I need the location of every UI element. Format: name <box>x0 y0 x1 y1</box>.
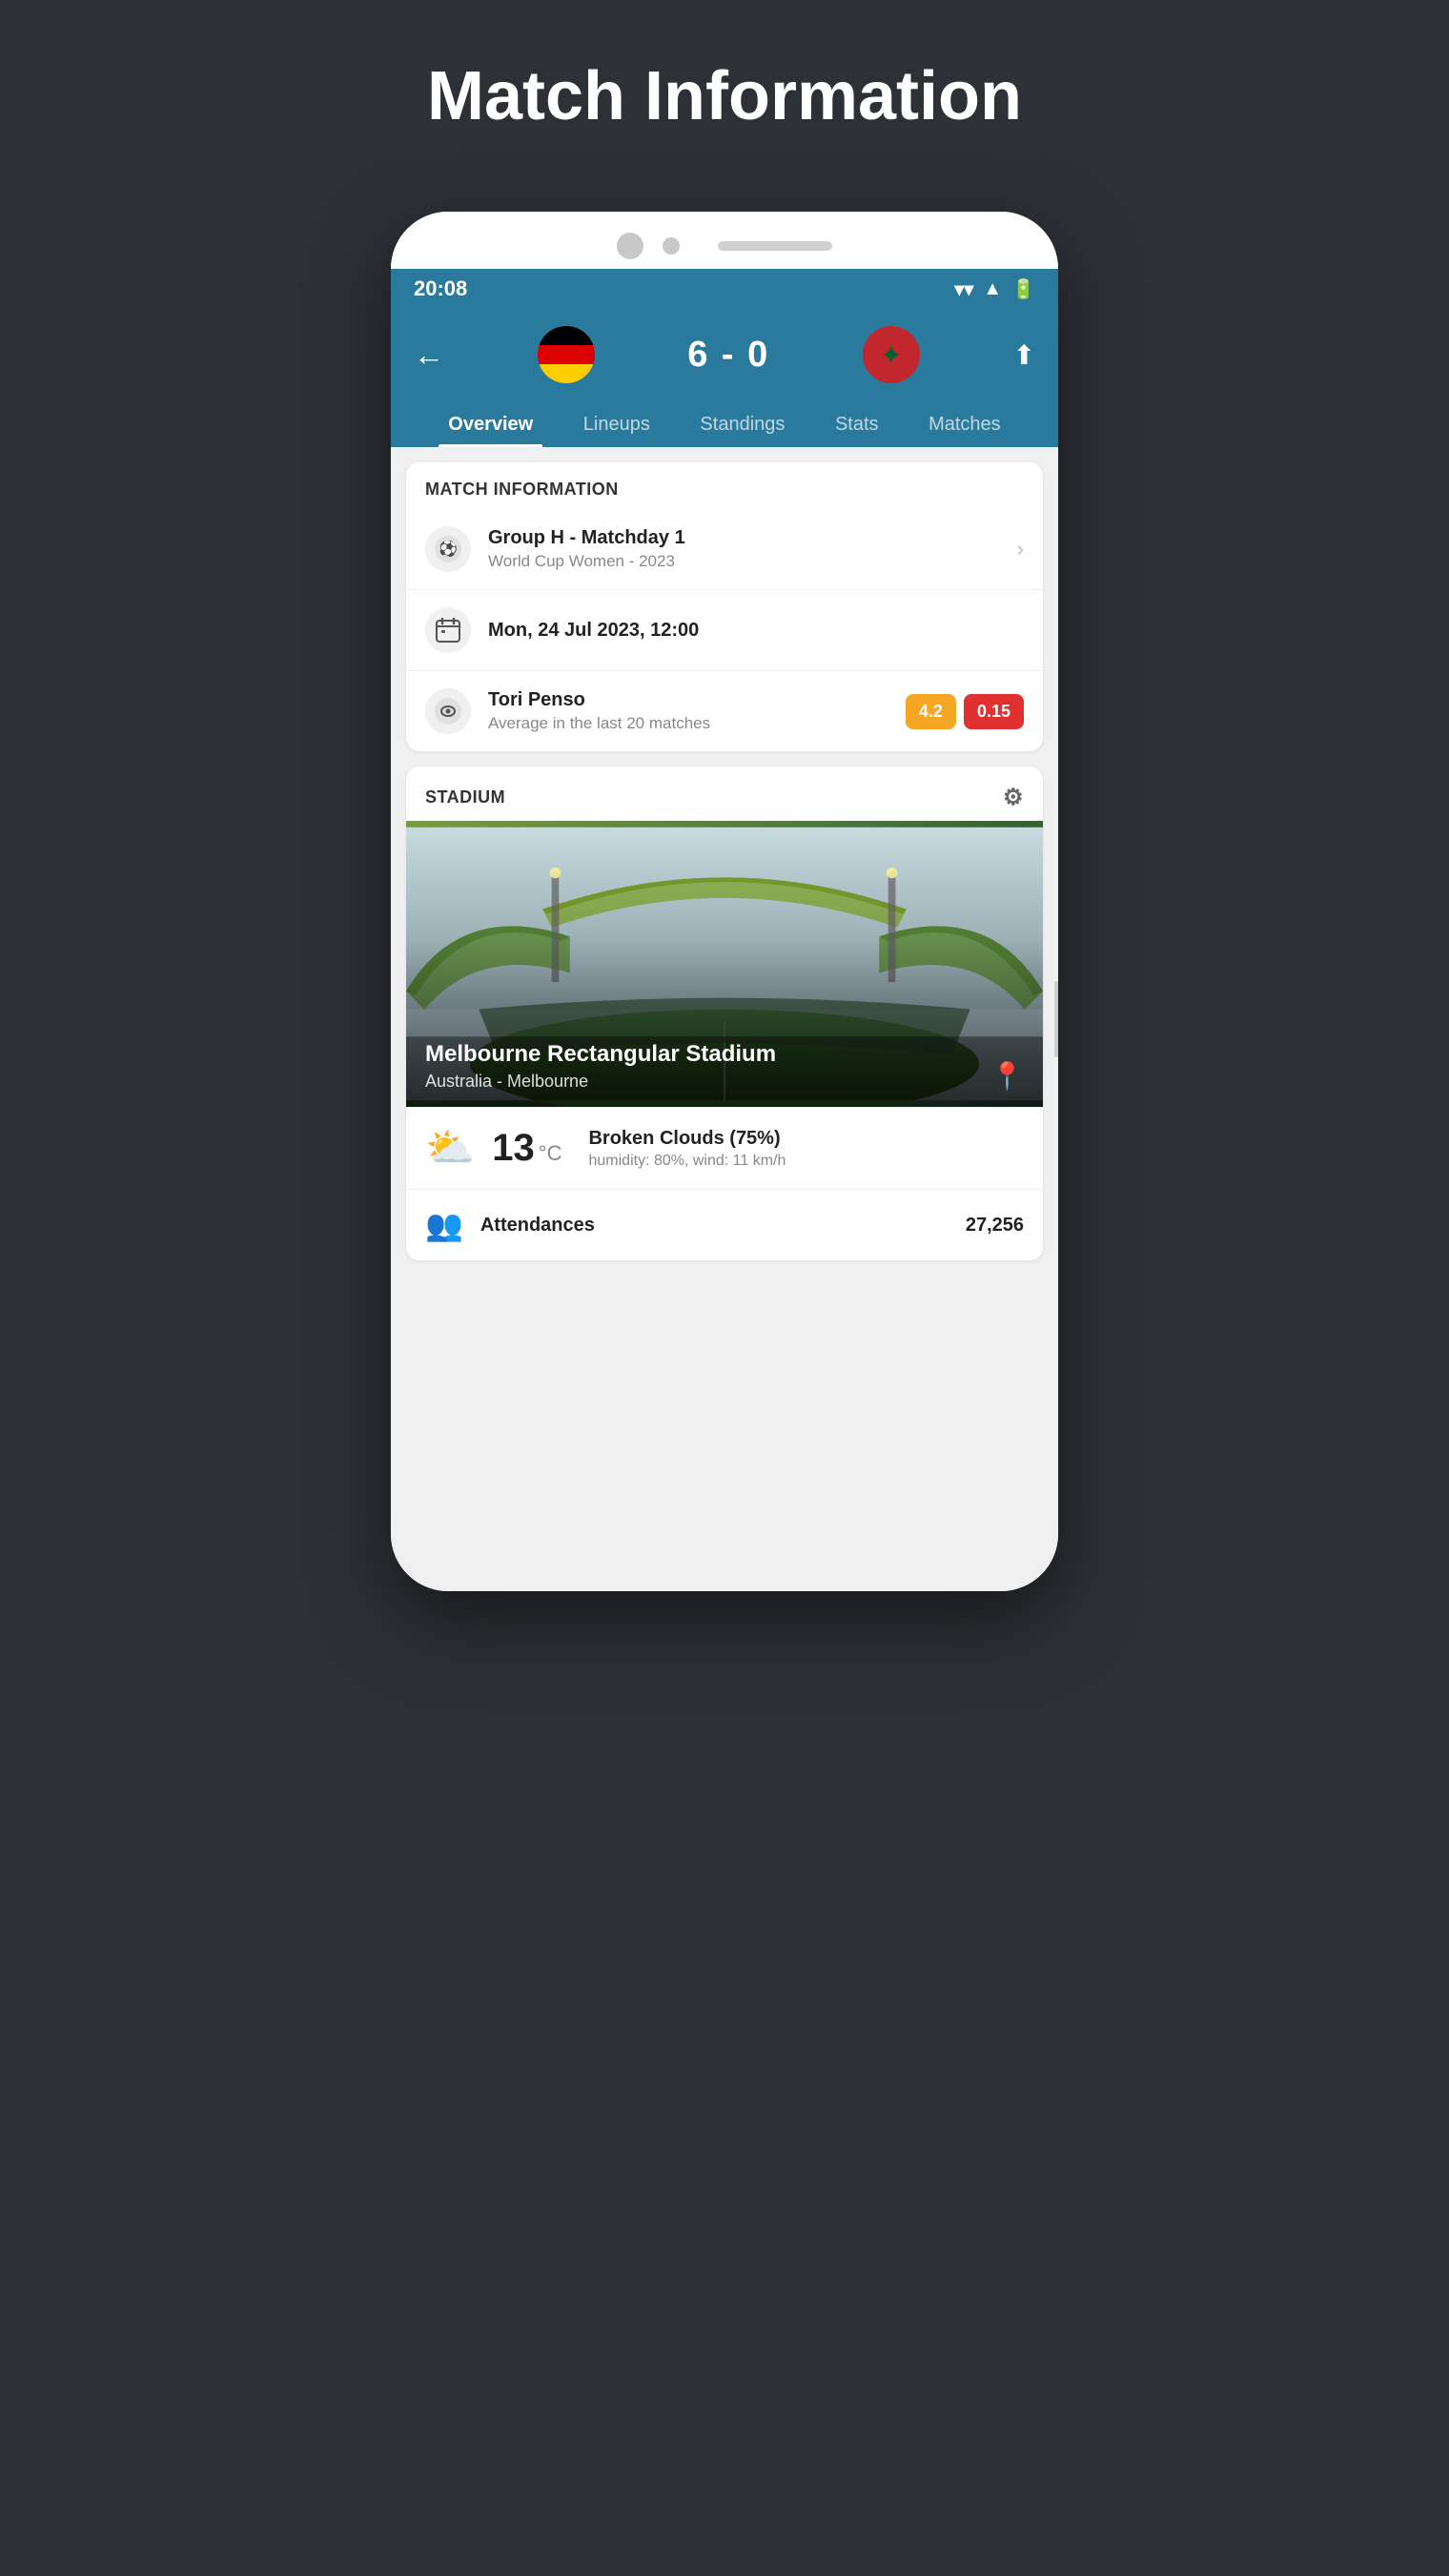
competition-row[interactable]: ⚽ Group H - Matchday 1 World Cup Women -… <box>406 509 1043 589</box>
stadium-location: Australia - Melbourne <box>425 1072 776 1092</box>
tab-overview[interactable]: Overview <box>439 400 542 447</box>
tab-matches[interactable]: Matches <box>919 400 1010 447</box>
stadium-name: Melbourne Rectangular Stadium <box>425 1041 776 1068</box>
referee-name: Tori Penso <box>488 689 888 711</box>
stadium-card: STADIUM ⚙ <box>406 767 1043 1260</box>
status-icons: ▾▾ ▲ 🔋 <box>954 277 1035 301</box>
date-text: Mon, 24 Jul 2023, 12:00 <box>488 620 1024 642</box>
tab-standings[interactable]: Standings <box>690 400 794 447</box>
share-button[interactable]: ⬆ <box>1012 339 1034 371</box>
badge-yellow-cards: 4.2 <box>906 694 956 729</box>
stadium-title: STADIUM <box>425 787 505 808</box>
temperature-value: 13 <box>492 1127 535 1170</box>
attendance-value: 27,256 <box>966 1215 1024 1237</box>
temperature-display: 13 °C <box>492 1127 561 1170</box>
weather-condition: Broken Clouds (75%) <box>588 1128 1024 1150</box>
match-info-card: MATCH INFORMATION ⚽ Group H - Matchday 1… <box>406 462 1043 751</box>
date-icon <box>425 607 471 653</box>
flag-germany <box>538 326 595 383</box>
page-title: Match Information <box>427 57 1022 135</box>
back-button[interactable]: ← <box>414 337 444 373</box>
eye-icon <box>433 696 463 726</box>
svg-text:⚽: ⚽ <box>438 540 458 558</box>
gear-icon[interactable]: ⚙ <box>1003 784 1024 811</box>
chevron-right-icon: › <box>1017 537 1024 562</box>
stadium-info-overlay: Melbourne Rectangular Stadium Australia … <box>406 1026 1043 1107</box>
competition-icon: ⚽ <box>425 526 471 572</box>
weather-row: ⛅ 13 °C Broken Clouds (75%) humidity: 80… <box>406 1107 1043 1189</box>
battery-icon: 🔋 <box>1011 277 1035 301</box>
tab-lineups[interactable]: Lineups <box>574 400 660 447</box>
weather-detail: humidity: 80%, wind: 11 km/h <box>588 1153 1024 1170</box>
competition-title: Group H - Matchday 1 <box>488 527 1000 549</box>
stadium-name-group: Melbourne Rectangular Stadium Australia … <box>425 1041 776 1092</box>
match-header: ← 6 - 0 ✦ ⬆ Overview Lineups Standings <box>391 309 1058 447</box>
tab-stats[interactable]: Stats <box>826 400 888 447</box>
status-bar: 20:08 ▾▾ ▲ 🔋 <box>391 269 1058 309</box>
stadium-header: STADIUM ⚙ <box>406 767 1043 821</box>
stadium-image: Melbourne Rectangular Stadium Australia … <box>406 821 1043 1107</box>
referee-icon <box>425 688 471 734</box>
attendance-icon: 👥 <box>425 1207 463 1243</box>
match-info-title: MATCH INFORMATION <box>425 480 619 500</box>
weather-description: Broken Clouds (75%) humidity: 80%, wind:… <box>588 1128 1024 1170</box>
match-info-header: MATCH INFORMATION <box>406 462 1043 509</box>
weather-icon: ⛅ <box>425 1125 475 1172</box>
flag-morocco: ✦ <box>863 326 920 383</box>
badge-red-cards: 0.15 <box>964 694 1024 729</box>
attendance-row: 👥 Attendances 27,256 <box>406 1189 1043 1260</box>
calendar-icon <box>435 617 461 644</box>
morocco-star: ✦ <box>880 339 902 371</box>
referee-text: Tori Penso Average in the last 20 matche… <box>488 689 888 733</box>
location-pin-icon[interactable]: 📍 <box>990 1060 1024 1092</box>
match-score-row: ← 6 - 0 ✦ ⬆ <box>414 326 1035 400</box>
tabs-bar: Overview Lineups Standings Stats Matches <box>414 400 1035 447</box>
world-cup-icon: ⚽ <box>433 534 463 564</box>
competition-text: Group H - Matchday 1 World Cup Women - 2… <box>488 527 1000 571</box>
attendance-label: Attendances <box>480 1215 949 1237</box>
phone-top-bar <box>391 212 1058 269</box>
referee-row: Tori Penso Average in the last 20 matche… <box>406 670 1043 751</box>
content-area: MATCH INFORMATION ⚽ Group H - Matchday 1… <box>391 447 1058 1591</box>
wifi-icon: ▾▾ <box>954 277 973 301</box>
phone-speaker <box>718 241 832 251</box>
scroll-indicator[interactable] <box>1054 981 1058 1057</box>
phone-camera <box>617 233 643 259</box>
signal-icon: ▲ <box>983 278 1002 300</box>
status-time: 20:08 <box>414 276 467 301</box>
competition-subtitle: World Cup Women - 2023 <box>488 552 1000 571</box>
phone-shell: 20:08 ▾▾ ▲ 🔋 ← 6 - 0 ✦ ⬆ <box>391 212 1058 1591</box>
referee-subtitle: Average in the last 20 matches <box>488 714 888 733</box>
referee-badges: 4.2 0.15 <box>906 694 1024 729</box>
date-row: Mon, 24 Jul 2023, 12:00 <box>406 589 1043 670</box>
temperature-unit: °C <box>539 1141 562 1166</box>
match-score: 6 - 0 <box>687 335 769 376</box>
phone-camera-extra <box>663 237 680 255</box>
date-title: Mon, 24 Jul 2023, 12:00 <box>488 620 1024 642</box>
